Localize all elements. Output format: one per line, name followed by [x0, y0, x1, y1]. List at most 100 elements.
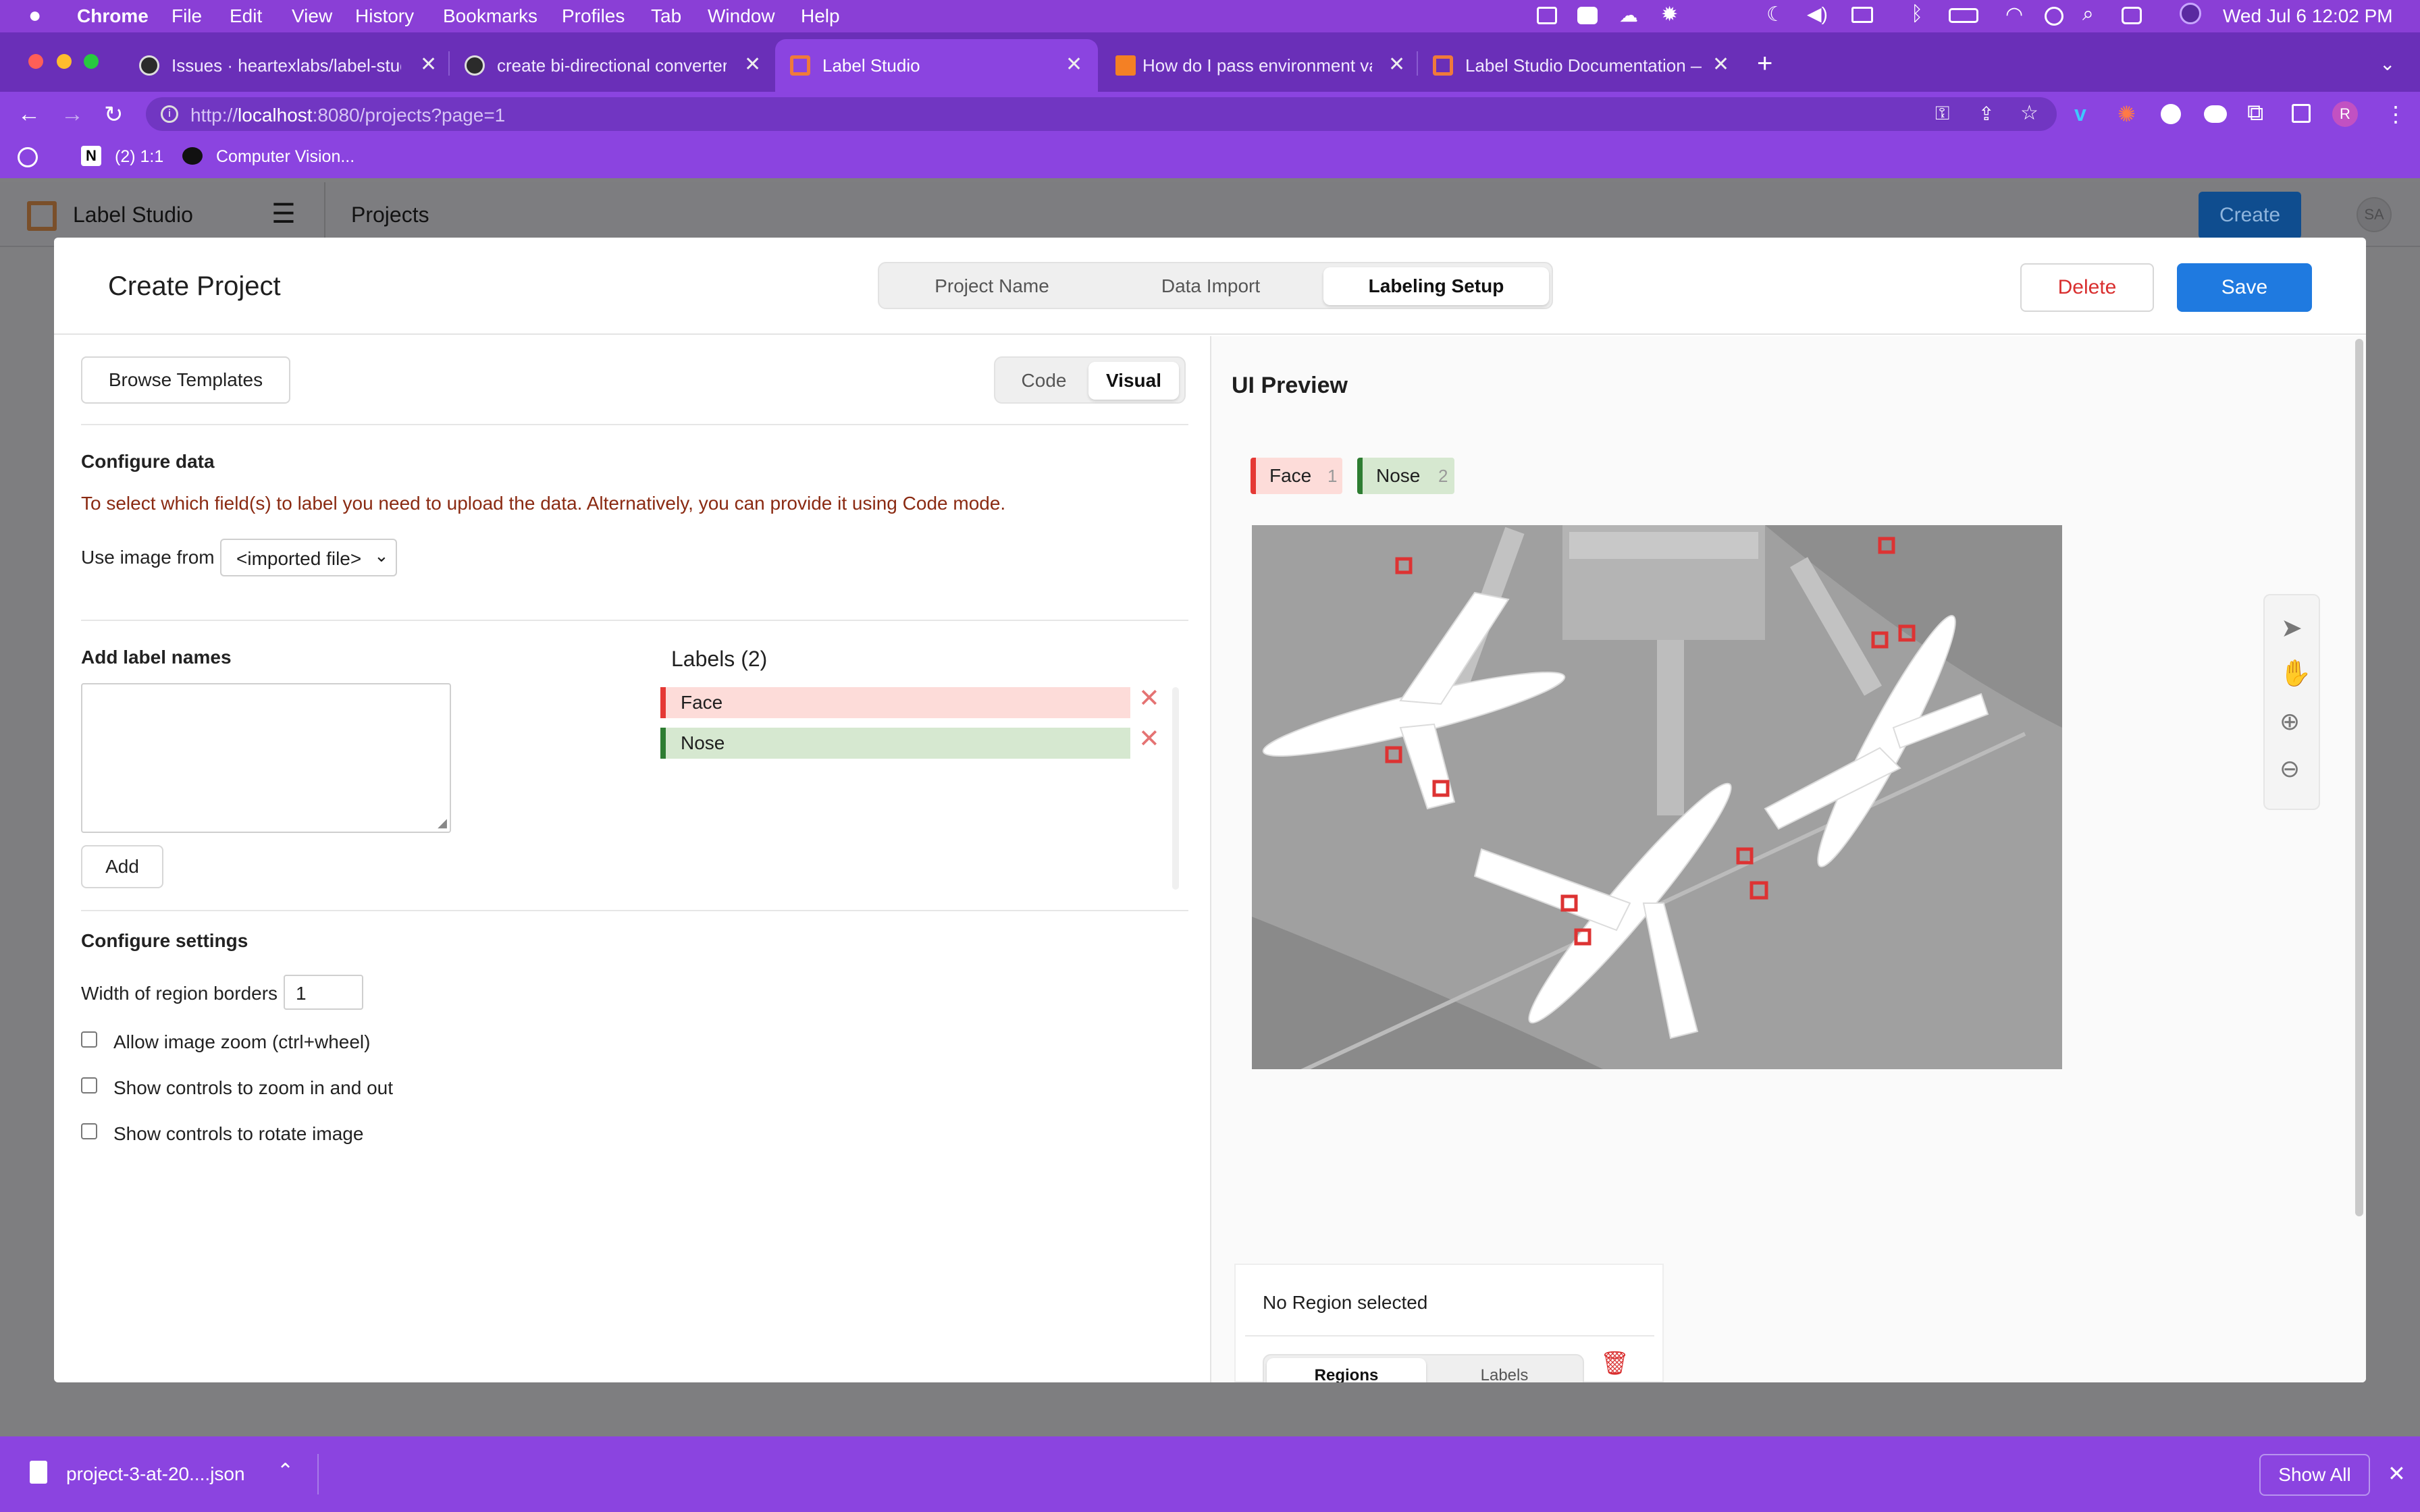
menu-bookmarks[interactable]: Bookmarks — [443, 5, 537, 27]
use-image-from-select[interactable]: <imported file> ⌄ — [220, 539, 397, 576]
new-tab-icon[interactable]: + — [1757, 49, 1772, 79]
bluetooth-icon[interactable]: ᛒ — [1911, 3, 1923, 26]
forward-icon[interactable]: → — [61, 101, 84, 128]
create-project-button[interactable]: Create — [2199, 192, 2301, 239]
hand-icon[interactable]: ✋ — [2280, 659, 2311, 688]
menu-edit[interactable]: Edit — [230, 5, 262, 27]
tab-close-icon[interactable]: ✕ — [744, 53, 761, 76]
menu-help[interactable]: Help — [801, 5, 840, 27]
share-icon[interactable]: ⇪ — [1978, 103, 1994, 125]
window-close-button[interactable] — [28, 54, 43, 69]
key-icon[interactable]: ⚿ — [1935, 103, 1949, 125]
hamburger-menu-icon[interactable]: ☰ — [271, 198, 296, 230]
rotate-controls-checkbox[interactable] — [81, 1123, 97, 1139]
border-width-input[interactable]: 1 — [284, 975, 363, 1010]
video-icon[interactable] — [1577, 7, 1598, 24]
delete-button[interactable]: Delete — [2020, 263, 2154, 312]
pointer-icon[interactable]: ➤ — [2281, 613, 2303, 643]
window-zoom-button[interactable] — [84, 54, 99, 69]
vimeo-extension-icon[interactable]: v — [2074, 101, 2086, 126]
remove-label-icon[interactable]: ✕ — [1138, 683, 1160, 713]
avatar[interactable]: SA — [2357, 197, 2392, 232]
add-button[interactable]: Add — [81, 845, 163, 888]
label-names-textarea[interactable]: ◢ — [81, 683, 451, 833]
display-icon[interactable] — [1537, 7, 1557, 24]
tab-close-icon[interactable]: ✕ — [1388, 53, 1405, 76]
remove-label-icon[interactable]: ✕ — [1138, 724, 1160, 754]
tab-close-icon[interactable]: ✕ — [420, 53, 437, 76]
menu-file[interactable]: File — [172, 5, 202, 27]
clock[interactable]: Wed Jul 6 12:02 PM — [2223, 5, 2393, 27]
browser-tab[interactable]: Label Studio Documentation — ✕ — [1418, 39, 1742, 92]
tag-hotkey: 2 — [1438, 466, 1448, 486]
tab-project-name[interactable]: Project Name — [883, 267, 1101, 305]
close-icon[interactable]: ✕ — [2388, 1461, 2406, 1486]
resize-handle-icon[interactable]: ◢ — [438, 816, 447, 830]
menu-app-name[interactable]: Chrome — [77, 5, 149, 27]
app-brand[interactable]: Label Studio — [73, 202, 193, 227]
tab-close-icon[interactable]: ✕ — [1712, 53, 1729, 76]
label-tag-nose[interactable]: Nose 2 — [1357, 458, 1454, 494]
zoom-controls-checkbox[interactable] — [81, 1077, 97, 1094]
tab-regions[interactable]: Regions — [1267, 1358, 1426, 1382]
divider — [81, 620, 1188, 621]
chevron-up-icon[interactable]: ⌃ — [277, 1459, 294, 1483]
labels-scrollbar[interactable] — [1172, 687, 1179, 890]
cloud-icon[interactable]: ☁ — [1619, 4, 1638, 26]
more-menu-icon[interactable]: ⋮ — [2385, 101, 2406, 127]
battery-icon[interactable] — [1949, 8, 1978, 23]
save-button[interactable]: Save — [2177, 263, 2312, 312]
bookmark-star-icon[interactable]: ☆ — [2020, 101, 2038, 125]
extensions-puzzle-icon[interactable]: ⧉ — [2247, 100, 2263, 126]
wifi-icon[interactable]: ◠ — [2005, 3, 2023, 26]
browser-tab-active[interactable]: Label Studio ✕ — [775, 39, 1098, 92]
extension-icon[interactable] — [2161, 104, 2181, 124]
download-item[interactable]: project-3-at-20....json ⌃ — [0, 1436, 317, 1512]
tab-code[interactable]: Code — [999, 362, 1088, 400]
preview-image[interactable] — [1252, 525, 2062, 1069]
control-center-icon[interactable] — [2122, 7, 2142, 24]
label-row-face[interactable]: Face — [660, 687, 1130, 718]
browser-tab[interactable]: create bi-directional converter ✕ — [450, 39, 774, 92]
tab-data-import[interactable]: Data Import — [1102, 267, 1319, 305]
tab-labels[interactable]: Labels — [1426, 1358, 1583, 1382]
menu-tab[interactable]: Tab — [651, 5, 681, 27]
menu-profiles[interactable]: Profiles — [562, 5, 625, 27]
zoom-out-icon[interactable]: ⊖ — [2280, 755, 2300, 783]
reload-icon[interactable]: ↻ — [104, 101, 124, 128]
window-minimize-button[interactable] — [57, 54, 72, 69]
keyboard-icon[interactable] — [1851, 7, 1873, 23]
apps-icon[interactable] — [18, 147, 38, 167]
trash-icon[interactable]: 🗑 — [1600, 1350, 1629, 1377]
volume-icon[interactable]: ◀) — [1807, 3, 1828, 25]
tab-search-icon[interactable]: ⌄ — [2379, 53, 2395, 75]
browser-tab[interactable]: Issues · heartexlabs/label-stud ✕ — [124, 39, 448, 92]
menu-view[interactable]: View — [292, 5, 332, 27]
moon-icon[interactable]: ☾ — [1766, 3, 1785, 26]
site-info-icon[interactable]: i — [161, 105, 178, 123]
label-row-nose[interactable]: Nose — [660, 728, 1130, 759]
spotlight-icon[interactable]: ⌕ — [2082, 3, 2094, 26]
menu-window[interactable]: Window — [708, 5, 775, 27]
apple-icon[interactable]: ● — [28, 3, 41, 28]
browse-templates-button[interactable]: Browse Templates — [81, 356, 290, 404]
extension-toggle-icon[interactable] — [2204, 105, 2227, 123]
back-icon[interactable]: ← — [18, 101, 41, 128]
address-bar[interactable]: i http://localhost:8080/projects?page=1 … — [146, 97, 2057, 131]
allow-zoom-checkbox[interactable] — [81, 1031, 97, 1048]
user-icon[interactable] — [2045, 7, 2063, 26]
modal-scrollbar[interactable] — [2355, 339, 2363, 1216]
browser-tab[interactable]: How do I pass environment var ✕ — [1101, 39, 1425, 92]
profile-avatar-icon[interactable]: R — [2332, 101, 2358, 127]
extension-sunburst-icon[interactable]: ✺ — [2118, 101, 2136, 127]
menu-history[interactable]: History — [355, 5, 414, 27]
sidepanel-icon[interactable] — [2292, 104, 2311, 123]
show-all-button[interactable]: Show All — [2259, 1454, 2370, 1496]
tab-visual[interactable]: Visual — [1088, 362, 1179, 400]
tab-close-icon[interactable]: ✕ — [1066, 53, 1082, 76]
siri-icon[interactable] — [2180, 3, 2201, 24]
tab-labeling-setup[interactable]: Labeling Setup — [1323, 267, 1549, 305]
sun-icon[interactable]: ✹ — [1661, 3, 1678, 26]
zoom-in-icon[interactable]: ⊕ — [2280, 707, 2300, 736]
label-tag-face[interactable]: Face 1 — [1251, 458, 1342, 494]
